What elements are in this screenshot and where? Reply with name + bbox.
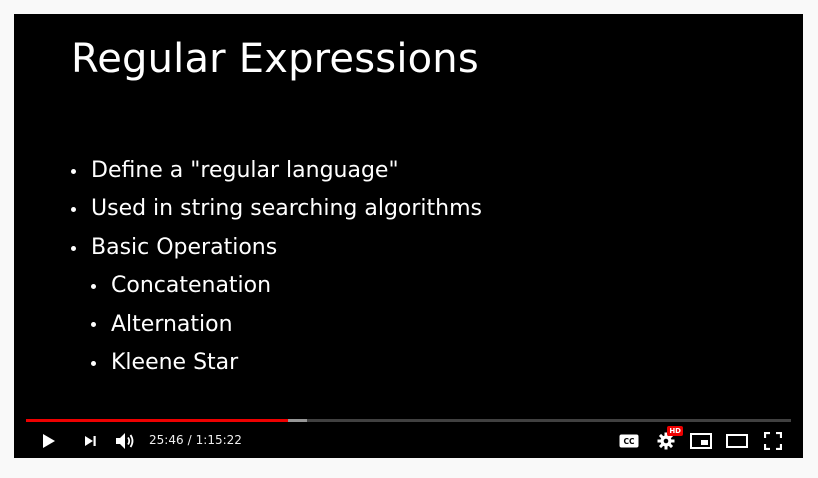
slide-bullet-list: Define a "regular language" Used in stri… <box>71 152 482 382</box>
svg-text:CC: CC <box>623 437 635 446</box>
bullet-item: Basic Operations <box>71 229 482 267</box>
fullscreen-icon <box>764 432 782 450</box>
fullscreen-button[interactable] <box>761 429 785 453</box>
volume-button[interactable] <box>113 429 137 453</box>
next-icon <box>85 436 96 446</box>
play-button[interactable] <box>36 429 60 453</box>
bullet-dot <box>91 360 96 366</box>
bullet-text: Basic Operations <box>91 234 278 260</box>
sub-bullet-item: Concatenation <box>71 267 482 305</box>
volume-icon <box>116 433 134 449</box>
progress-played <box>26 419 288 422</box>
bullet-text: Concatenation <box>111 273 272 299</box>
current-time: 25:46 <box>149 433 184 447</box>
bullet-dot <box>91 283 96 289</box>
bullet-text: Used in string searching algorithms <box>91 196 482 222</box>
bullet-text: Define a "regular language" <box>91 158 399 183</box>
hd-badge: HD <box>667 426 683 436</box>
bullet-dot <box>71 207 76 213</box>
subtitles-button[interactable]: CC <box>617 429 641 453</box>
sub-bullet-item: Alternation <box>71 306 482 344</box>
progress-bar[interactable] <box>26 419 791 422</box>
sub-bullet-item: Kleene Star <box>71 344 482 382</box>
bullet-text: Kleene Star <box>111 350 239 376</box>
bullet-dot <box>71 245 76 251</box>
play-icon <box>43 434 55 448</box>
bullet-dot <box>91 322 96 328</box>
player-controls: 25:46/1:15:22 CC HD <box>14 424 803 458</box>
bullet-dot <box>71 168 76 174</box>
settings-button[interactable]: HD <box>654 426 683 453</box>
duration: 1:15:22 <box>195 433 242 447</box>
theater-mode-button[interactable] <box>725 429 749 453</box>
time-display: 25:46/1:15:22 <box>149 433 242 447</box>
miniplayer-icon <box>690 433 712 449</box>
next-button[interactable] <box>78 429 102 453</box>
slide-title: Regular Expressions <box>71 36 479 82</box>
subtitles-icon: CC <box>619 434 639 448</box>
bullet-item: Used in string searching algorithms <box>71 190 482 228</box>
video-player[interactable]: Regular Expressions Define a "regular la… <box>14 14 803 458</box>
theater-icon <box>726 434 748 448</box>
bullet-item: Define a "regular language" <box>71 152 482 190</box>
miniplayer-button[interactable] <box>689 429 713 453</box>
bullet-text: Alternation <box>111 311 233 337</box>
time-separator: / <box>187 433 192 447</box>
